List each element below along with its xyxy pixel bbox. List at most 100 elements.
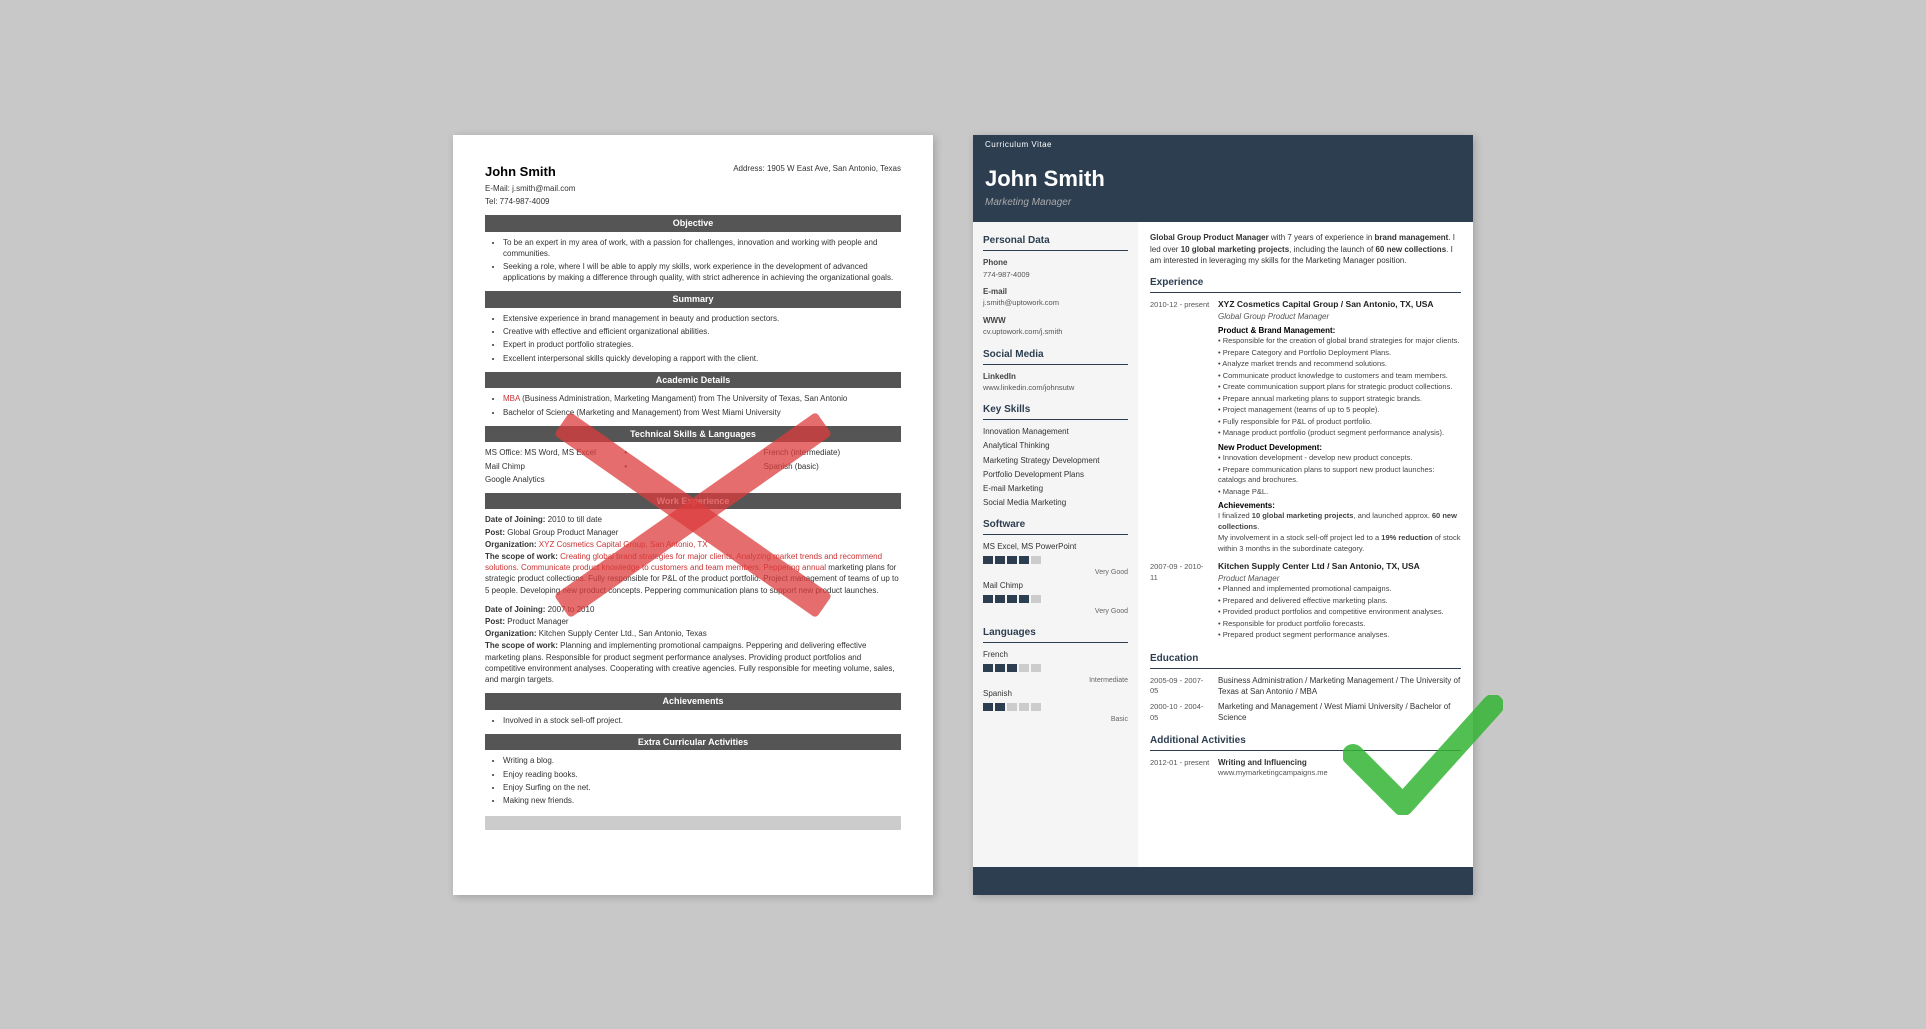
exp-subtitle-3: Achievements: [1218,500,1461,511]
edu-dates-1: 2005-09 - 2007-05 [1150,675,1210,697]
exp-content-2: Kitchen Supply Center Ltd / San Antonio,… [1218,561,1461,642]
exp-entry-2: 2007-09 - 2010-11 Kitchen Supply Center … [1150,561,1461,642]
cv-name: John Smith [985,164,1461,195]
exp-company: XYZ Cosmetics Capital Group / San Antoni… [1218,299,1461,311]
exp-dates-2: 2007-09 - 2010-11 [1150,561,1210,642]
edu-degree-1: Business Administration / Marketing Mana… [1218,675,1461,697]
objective-title: Objective [485,215,901,232]
cv-label: Curriculum Vitae [973,135,1473,154]
skill-item: Analytical Thinking [983,440,1128,451]
activities-title: Additional Activities [1150,734,1461,751]
cv-footer [973,867,1473,895]
software-item: Mail Chimp [983,580,1128,591]
bar-block [983,595,993,603]
lang-level-label: Basic [983,715,1128,725]
linkedin-value: www.linkedin.com/johnsutw [983,383,1128,394]
list-item: Involved in a stock sell-off project. [503,715,901,726]
email-value: j.smith@uptowork.com [983,298,1128,309]
skill-item: Spanish (basic) [764,461,901,472]
bar-block [983,556,993,564]
left-address: Address: 1905 W East Ave, San Antonio, T… [733,163,901,174]
skill-bar-ms [983,556,1128,564]
activity-entry-1: 2012-01 - present Writing and Influencin… [1150,757,1461,779]
phone-label: Phone [983,257,1128,268]
cv-header: John Smith Marketing Manager [973,154,1473,223]
exp-achievements: I finalized 10 global marketing projects… [1218,511,1461,554]
email-label: E-mail [983,286,1128,297]
www-label: WWW [983,315,1128,326]
activity-title: Writing and Influencing [1218,757,1461,768]
objective-list: To be an expert in my area of work, with… [485,237,901,284]
exp-position-2: Product Manager [1218,573,1461,584]
edu-content-2: Marketing and Management / West Miami Un… [1218,701,1461,723]
left-resume: Address: 1905 W East Ave, San Antonio, T… [453,135,933,895]
bar-block [1031,595,1041,603]
edu-entry-2: 2000-10 - 2004-05 Marketing and Manageme… [1150,701,1461,723]
work-entry-2: Date of Joining: 2007 to 2010 Post: Prod… [485,604,901,685]
cv-summary: Global Group Product Manager with 7 year… [1150,232,1461,266]
achievements-list: Involved in a stock sell-off project. [485,715,901,726]
right-resume: Curriculum Vitae John Smith Marketing Ma… [973,135,1473,895]
linkedin-label: LinkedIn [983,371,1128,382]
bar-block [1019,556,1029,564]
software-item: MS Excel, MS PowerPoint [983,541,1128,552]
list-item: Making new friends. [503,795,901,806]
exp-body-2: • Innovation development - develop new p… [1218,453,1461,497]
extra-title: Extra Curricular Activities [485,734,901,751]
skills-grid: MS Office: MS Word, MS Excel • French (i… [485,447,901,485]
skill-item: MS Office: MS Word, MS Excel [485,447,622,458]
list-item: Expert in product portfolio strategies. [503,339,901,350]
edu-content-1: Business Administration / Marketing Mana… [1218,675,1461,697]
skill-item: E-mail Marketing [983,483,1128,494]
bar-block [995,556,1005,564]
exp-body: • Responsible for the creation of global… [1218,336,1461,439]
bar-block [983,703,993,711]
phone-value: 774-987-4009 [983,270,1128,281]
exp-content: XYZ Cosmetics Capital Group / San Antoni… [1218,299,1461,555]
activity-url: www.mymarketingcampaigns.me [1218,768,1461,779]
list-item: Enjoy reading books. [503,769,901,780]
skill-item: Innovation Management [983,426,1128,437]
summary-list: Extensive experience in brand management… [485,313,901,364]
bar-block [1007,595,1017,603]
summary-title: Summary [485,291,901,308]
cv-main-content: Global Group Product Manager with 7 year… [1138,222,1473,866]
list-item: MBA (Business Administration, Marketing … [503,393,901,404]
bar-block [1007,664,1017,672]
work-entry-1: Date of Joining: 2010 to till date Post:… [485,514,901,595]
software-title: Software [983,518,1128,535]
technical-title: Technical Skills & Languages [485,426,901,443]
activity-content: Writing and Influencing www.mymarketingc… [1218,757,1461,779]
skill-item: Google Analytics [485,474,622,485]
skill-level-label: Very Good [983,568,1128,578]
left-email: E-Mail: j.smith@mail.com [485,183,901,194]
bar-block [1019,595,1029,603]
academic-title: Academic Details [485,372,901,389]
academic-list: MBA (Business Administration, Marketing … [485,393,901,417]
edu-dates-2: 2000-10 - 2004-05 [1150,701,1210,723]
cv-sidebar: Personal Data Phone 774-987-4009 E-mail … [973,222,1138,866]
work-title: Work Experience [485,493,901,510]
skill-item: Marketing Strategy Development [983,455,1128,466]
key-skills-title: Key Skills [983,403,1128,420]
language-item: Spanish [983,688,1128,699]
list-item: Writing a blog. [503,755,901,766]
education-title: Education [1150,652,1461,669]
bar-block [995,664,1005,672]
skill-level-label: Very Good [983,607,1128,617]
list-item: Extensive experience in brand management… [503,313,901,324]
cv-job-title: Marketing Manager [985,196,1461,210]
bar-block [983,664,993,672]
skill-item: • [624,461,761,472]
exp-company-2: Kitchen Supply Center Ltd / San Antonio,… [1218,561,1461,573]
bar-block [1019,703,1029,711]
lang-bar-spanish [983,703,1128,711]
social-media-title: Social Media [983,348,1128,365]
exp-entry-1: 2010-12 - present XYZ Cosmetics Capital … [1150,299,1461,555]
lang-level-label: Intermediate [983,676,1128,686]
exp-position: Global Group Product Manager [1218,311,1461,322]
list-item: Seeking a role, where I will be able to … [503,261,901,283]
personal-data-title: Personal Data [983,234,1128,251]
skill-item: Social Media Marketing [983,497,1128,508]
extra-list: Writing a blog. Enjoy reading books. Enj… [485,755,901,806]
